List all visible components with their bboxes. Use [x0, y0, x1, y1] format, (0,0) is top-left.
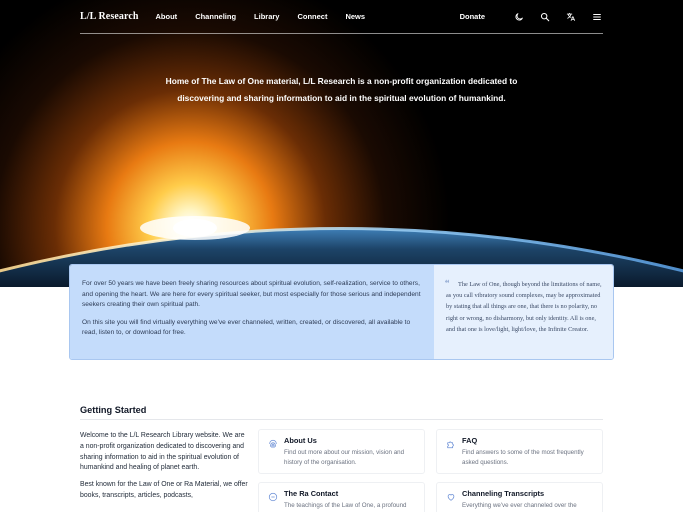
card-faq[interactable]: FAQ Find answers to some of the most fre… [436, 429, 603, 474]
intro-paragraph-1: For over 50 years we have been freely sh… [82, 280, 421, 309]
quote-icon: “ [445, 279, 450, 290]
section-title-getting-started: Getting Started [80, 405, 147, 415]
heart-icon [446, 489, 456, 501]
site-logo[interactable]: L/L Research [80, 11, 139, 22]
top-navigation: L/L Research About Channeling Library Co… [80, 0, 603, 34]
nav-link-about[interactable]: About [156, 12, 178, 21]
intro-text-block: For over 50 years we have been freely sh… [70, 265, 434, 359]
earth-sunrise-image [0, 0, 683, 287]
donate-link[interactable]: Donate [460, 12, 485, 21]
law-of-one-quote: The Law of One, though beyond the limita… [446, 281, 602, 333]
card-description: Everything we've ever channeled over the [462, 502, 577, 509]
section-divider [80, 419, 603, 420]
card-about-us[interactable]: About Us Find out more about our mission… [258, 429, 425, 474]
quote-block: “ The Law of One, though beyond the limi… [434, 265, 613, 359]
menu-icon[interactable] [591, 11, 603, 23]
fingerprint-icon [268, 436, 278, 449]
intro-paragraph-2: On this site you will find virtually eve… [82, 318, 411, 337]
card-description: Find out more about our mission, vision … [284, 449, 405, 466]
card-description: Find answers to some of the most frequen… [462, 449, 584, 466]
translate-icon[interactable] [565, 11, 577, 23]
card-description: The teachings of the Law of One, a profo… [284, 502, 407, 509]
card-title: The Ra Contact [284, 489, 339, 498]
card-title: FAQ [462, 436, 478, 445]
nav-link-library[interactable]: Library [254, 12, 279, 21]
card-ra-contact[interactable]: The Ra Contact The teachings of the Law … [258, 482, 425, 512]
card-channeling-transcripts[interactable]: Channeling Transcripts Everything we've … [436, 482, 603, 512]
circle-icon [268, 489, 278, 502]
nav-link-news[interactable]: News [345, 12, 365, 21]
search-icon[interactable] [539, 11, 551, 23]
card-title: About Us [284, 436, 317, 445]
puzzle-icon [446, 436, 456, 449]
card-title: Channeling Transcripts [462, 489, 545, 498]
getting-started-paragraph-2: Best known for the Law of One or Ra Mate… [80, 481, 248, 499]
hero-tagline: Home of The Law of One material, L/L Res… [165, 76, 518, 103]
intro-panel: For over 50 years we have been freely sh… [69, 264, 614, 360]
nav-link-connect[interactable]: Connect [297, 12, 327, 21]
getting-started-paragraph-1: Welcome to the L/L Research Library webs… [80, 432, 245, 472]
nav-link-channeling[interactable]: Channeling [195, 12, 236, 21]
getting-started-intro: Welcome to the L/L Research Library webs… [80, 431, 248, 508]
hero-banner: L/L Research About Channeling Library Co… [0, 0, 683, 287]
moon-icon[interactable] [513, 11, 525, 23]
